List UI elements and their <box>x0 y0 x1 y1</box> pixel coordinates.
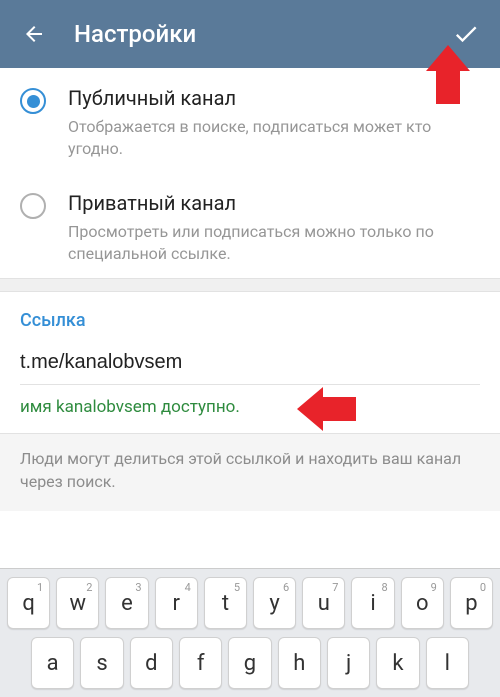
key-h[interactable]: h <box>278 637 321 689</box>
check-icon <box>452 20 480 48</box>
page-title: Настройки <box>74 20 444 48</box>
key-y[interactable]: 6y <box>253 577 296 629</box>
key-number: 2 <box>86 581 92 594</box>
key-i[interactable]: 8i <box>351 577 394 629</box>
key-letter: r <box>172 591 179 616</box>
key-number: 9 <box>431 581 437 594</box>
key-a[interactable]: a <box>31 637 74 689</box>
key-letter: f <box>197 651 205 676</box>
key-k[interactable]: k <box>376 637 419 689</box>
annotation-arrow-left <box>297 387 323 431</box>
key-e[interactable]: 3e <box>105 577 148 629</box>
channel-link-input[interactable] <box>20 351 480 385</box>
radio-unselected-icon <box>20 193 46 219</box>
key-letter: l <box>445 651 450 676</box>
key-number: 3 <box>135 581 141 594</box>
app-header: Настройки <box>0 0 500 68</box>
virtual-keyboard: 1q2w3e4r5t6y7u8i9o0p asdfghjkl <box>0 568 500 697</box>
key-o[interactable]: 9o <box>401 577 444 629</box>
key-letter: s <box>96 651 107 676</box>
link-section: Ссылка имя kanalobvsem доступно. <box>0 292 500 417</box>
public-channel-desc: Отображается в поиске, подписаться может… <box>68 116 480 159</box>
key-r[interactable]: 4r <box>155 577 198 629</box>
link-availability-status: имя kanalobvsem доступно. <box>20 397 480 417</box>
key-letter: e <box>121 591 133 616</box>
key-letter: y <box>269 591 279 616</box>
radio-private-channel[interactable]: Приватный канал Просмотреть или подписат… <box>0 173 500 278</box>
key-w[interactable]: 2w <box>56 577 99 629</box>
radio-public-channel[interactable]: Публичный канал Отображается в поиске, п… <box>0 68 500 173</box>
key-number: 8 <box>381 581 387 594</box>
private-channel-desc: Просмотреть или подписаться можно только… <box>68 221 480 264</box>
section-divider <box>0 278 500 292</box>
content-area: Публичный канал Отображается в поиске, п… <box>0 68 500 511</box>
key-letter: j <box>346 651 351 676</box>
key-letter: o <box>416 591 429 616</box>
annotation-arrow-up <box>426 45 470 71</box>
key-number: 5 <box>234 581 240 594</box>
key-number: 4 <box>185 581 191 594</box>
private-channel-title: Приватный канал <box>68 191 480 215</box>
key-letter: h <box>293 651 305 676</box>
key-j[interactable]: j <box>327 637 370 689</box>
key-u[interactable]: 7u <box>302 577 345 629</box>
hint-text: Люди могут делиться этой ссылкой и наход… <box>0 434 500 511</box>
radio-text-wrapper: Приватный канал Просмотреть или подписат… <box>68 191 480 264</box>
key-letter: a <box>47 651 59 676</box>
key-l[interactable]: l <box>426 637 469 689</box>
back-arrow-icon <box>22 22 46 46</box>
key-d[interactable]: d <box>130 637 173 689</box>
key-letter: g <box>244 651 256 676</box>
key-letter: q <box>22 591 35 616</box>
public-channel-title: Публичный канал <box>68 86 480 110</box>
back-button[interactable] <box>12 12 56 56</box>
key-f[interactable]: f <box>179 637 222 689</box>
key-g[interactable]: g <box>228 637 271 689</box>
keyboard-row-2: asdfghjkl <box>0 633 500 697</box>
key-number: 1 <box>37 581 43 594</box>
radio-text-wrapper: Публичный канал Отображается в поиске, п… <box>68 86 480 159</box>
key-letter: i <box>370 591 375 616</box>
key-letter: k <box>392 651 403 676</box>
key-letter: w <box>70 591 87 616</box>
key-s[interactable]: s <box>80 637 123 689</box>
key-letter: u <box>318 591 330 616</box>
key-number: 0 <box>480 581 486 594</box>
key-letter: t <box>222 591 229 616</box>
keyboard-row-1: 1q2w3e4r5t6y7u8i9o0p <box>0 569 500 633</box>
key-letter: p <box>465 591 477 616</box>
key-letter: d <box>145 651 157 676</box>
key-t[interactable]: 5t <box>204 577 247 629</box>
key-p[interactable]: 0p <box>450 577 493 629</box>
key-number: 6 <box>283 581 289 594</box>
key-number: 7 <box>332 581 338 594</box>
key-q[interactable]: 1q <box>7 577 50 629</box>
radio-selected-icon <box>20 88 46 114</box>
link-label: Ссылка <box>20 310 480 331</box>
